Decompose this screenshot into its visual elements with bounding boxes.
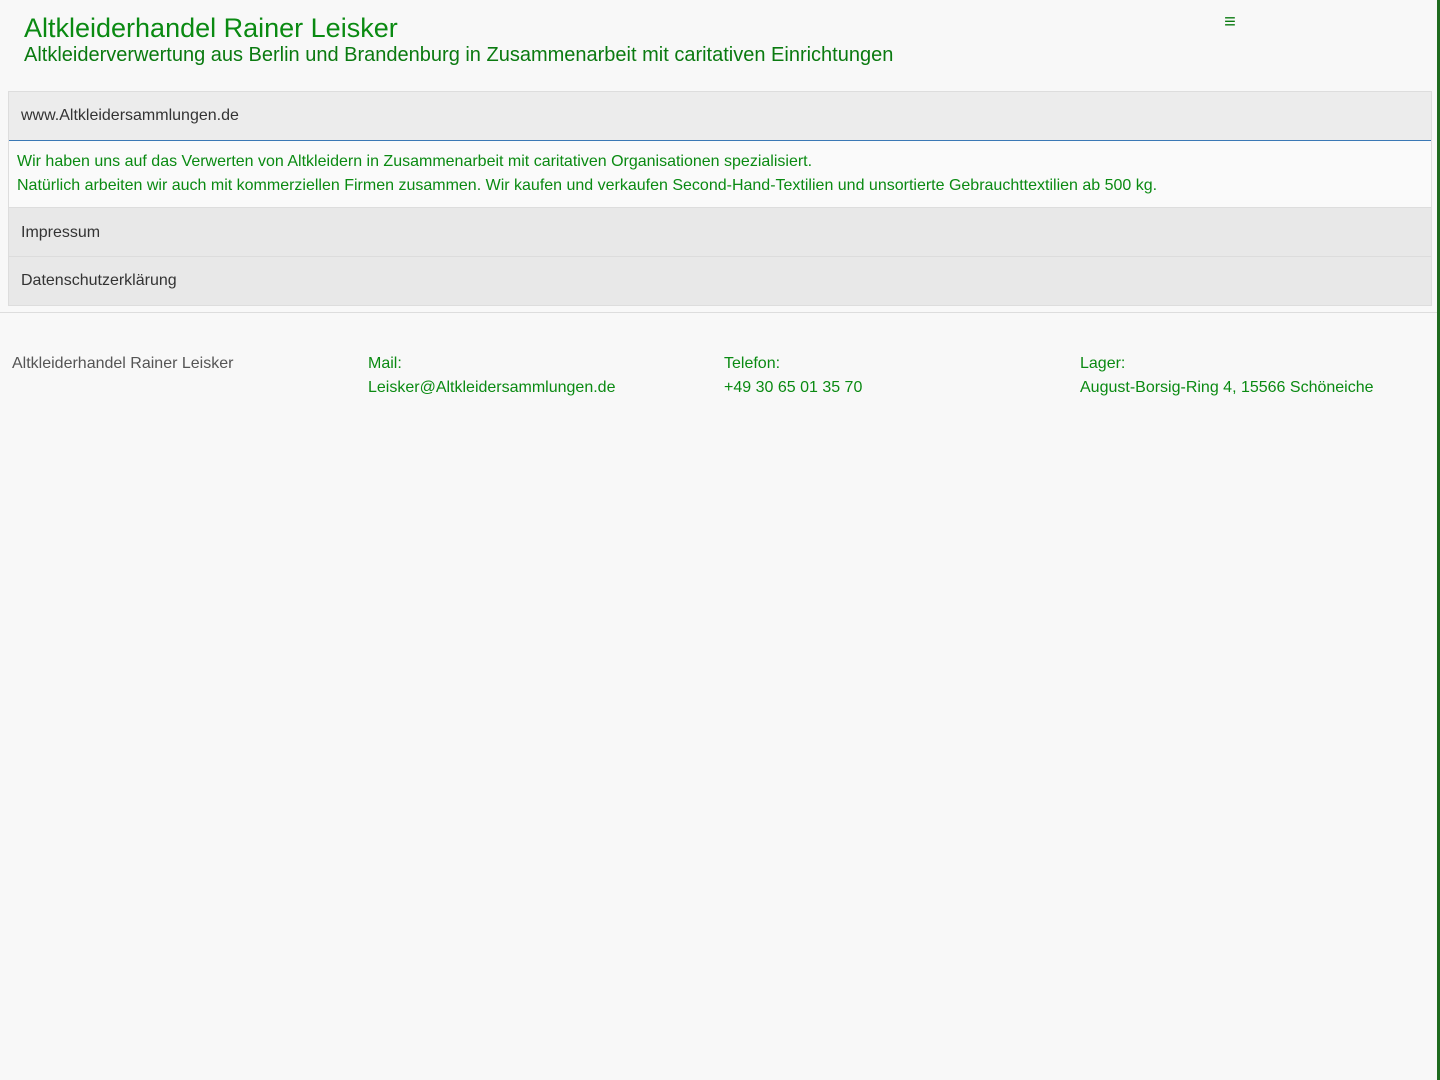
- page: Altkleiderhandel Rainer Leisker Altkleid…: [0, 0, 1440, 1080]
- footer-phone-label: Telefon:: [724, 355, 781, 372]
- footer-phone-link[interactable]: +49 30 65 01 35 70: [724, 376, 1068, 400]
- footer-company-name: Altkleiderhandel Rainer Leisker: [12, 355, 234, 372]
- accordion-header-impressum[interactable]: Impressum: [9, 208, 1431, 257]
- accordion: www.Altkleidersammlungen.de Wir haben un…: [8, 91, 1432, 306]
- footer-mail: Mail: Leisker@Altkleidersammlungen.de: [356, 352, 712, 400]
- site-title[interactable]: Altkleiderhandel Rainer Leisker: [24, 12, 398, 44]
- intro-line-2: Natürlich arbeiten wir auch mit kommerzi…: [17, 177, 1158, 194]
- intro-line-1: Wir haben uns auf das Verwerten von Altk…: [17, 153, 813, 170]
- accordion-header-home[interactable]: www.Altkleidersammlungen.de: [9, 92, 1431, 141]
- hamburger-icon[interactable]: ≡: [1221, 10, 1239, 34]
- footer-storage-address: August-Borsig-Ring 4, 15566 Schöneiche: [1080, 379, 1374, 396]
- footer-storage-label: Lager:: [1080, 355, 1126, 372]
- footer-mail-label: Mail:: [368, 355, 402, 372]
- accordion-header-datenschutz[interactable]: Datenschutzerklärung: [9, 257, 1431, 305]
- footer-phone: Telefon: +49 30 65 01 35 70: [712, 352, 1068, 400]
- footer-mail-link[interactable]: Leisker@Altkleidersammlungen.de: [368, 376, 712, 400]
- site-header: Altkleiderhandel Rainer Leisker Altkleid…: [0, 0, 1440, 91]
- site-footer: Altkleiderhandel Rainer Leisker Mail: Le…: [0, 352, 1436, 400]
- accordion-panel-home: Wir haben uns auf das Verwerten von Altk…: [9, 141, 1431, 208]
- footer-storage: Lager: August-Borsig-Ring 4, 15566 Schön…: [1068, 352, 1424, 400]
- site-subtitle: Altkleiderverwertung aus Berlin und Bran…: [24, 44, 894, 66]
- footer-company: Altkleiderhandel Rainer Leisker: [0, 352, 356, 400]
- footer-divider: [0, 312, 1437, 313]
